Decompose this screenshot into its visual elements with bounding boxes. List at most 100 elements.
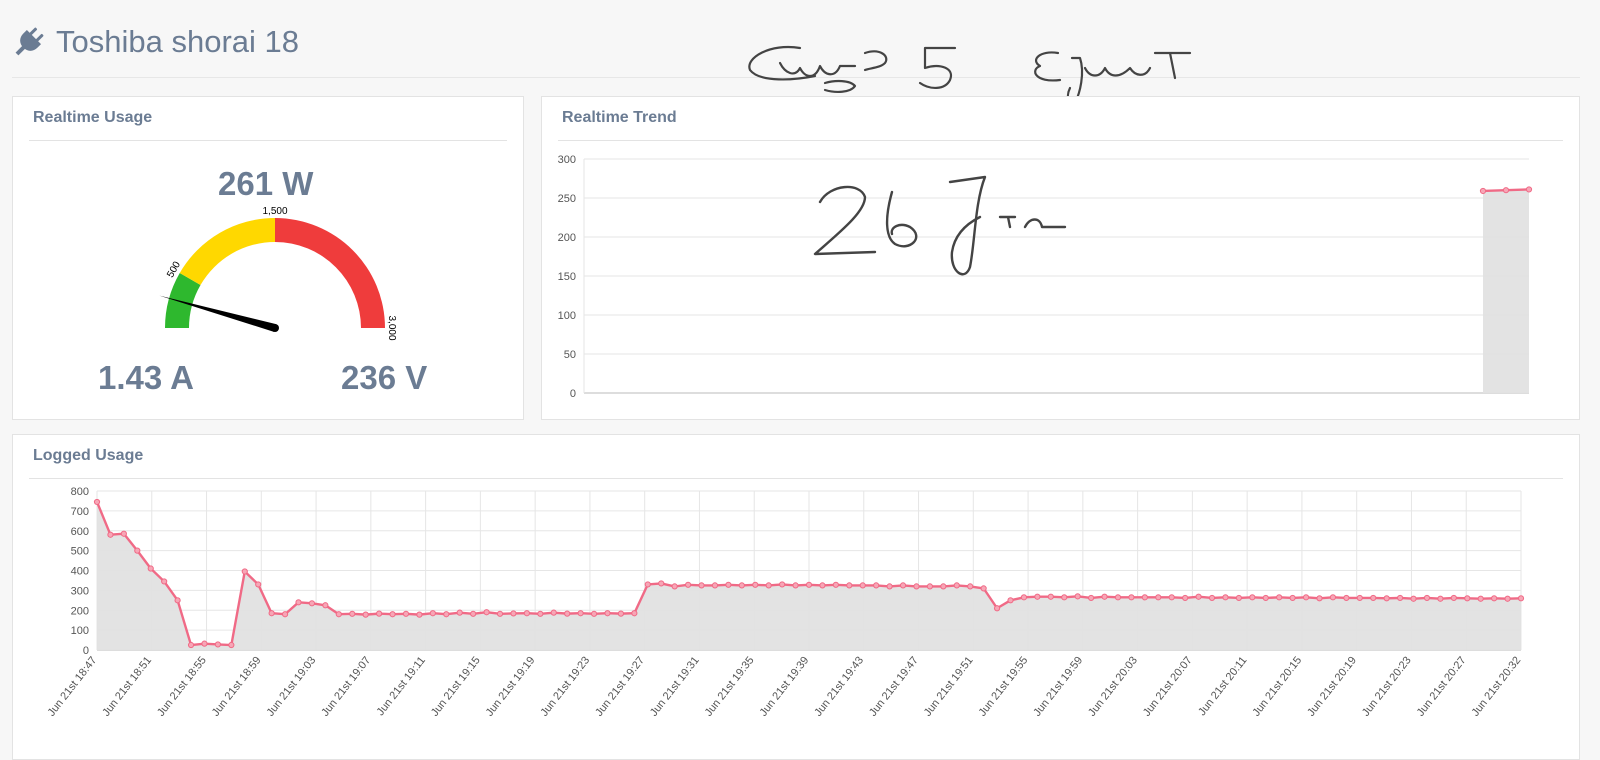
panel-divider (29, 140, 507, 141)
data-point (1370, 594, 1377, 602)
power-readout: 261 W (218, 165, 314, 202)
data-point (362, 611, 369, 618)
x-tick-label: Jun 21st 19:39 (757, 654, 811, 718)
data-point (523, 610, 530, 617)
data-point (859, 582, 866, 589)
y-tick-label: 200 (558, 232, 576, 244)
data-point (456, 609, 463, 616)
x-tick-label: Jun 21st 19:19 (484, 654, 538, 718)
data-point (1502, 187, 1510, 194)
gauge-tick-1500: 1,500 (262, 206, 287, 217)
realtime-usage-title: Realtime Usage (33, 109, 153, 126)
y-tick-label: 200 (71, 605, 89, 617)
realtime-trend-title: Realtime Trend (562, 109, 677, 126)
panel-divider (29, 478, 1563, 479)
x-tick-label: Jun 21st 20:23 (1360, 654, 1414, 718)
x-tick-label: Jun 21st 20:15 (1250, 654, 1304, 718)
gauge-needle-hub (271, 324, 279, 332)
data-point (711, 582, 719, 589)
data-point (214, 641, 222, 648)
data-point (1168, 594, 1175, 601)
data-point (684, 581, 692, 588)
x-tick-label: Jun 21st 19:59 (1031, 654, 1085, 718)
data-point (1423, 594, 1431, 602)
data-point (402, 610, 410, 617)
x-tick-label: Jun 21st 19:11 (375, 654, 428, 718)
y-tick-label: 700 (71, 506, 89, 518)
y-tick-label: 300 (558, 154, 576, 166)
y-tick-label: 250 (558, 193, 576, 205)
data-point (873, 582, 880, 589)
data-point (1383, 595, 1390, 602)
data-point (174, 597, 181, 604)
data-point (644, 581, 651, 588)
data-point (147, 565, 154, 572)
data-point (1410, 595, 1417, 602)
data-point (1517, 595, 1525, 602)
data-point (550, 609, 557, 616)
data-point (1208, 594, 1216, 602)
logged-usage-panel: Logged Usage 0 100 200 300 400 500 600 700 800 Ju… (12, 434, 1580, 760)
data-point (1356, 594, 1363, 602)
data-point (725, 581, 732, 588)
data-point (308, 600, 316, 607)
data-point (1088, 594, 1095, 602)
data-point (1525, 186, 1533, 193)
data-point (577, 610, 584, 617)
data-point (1128, 594, 1135, 601)
realtime-trend-panel: Realtime Trend 0 50 100 150 200 250 300 (541, 96, 1580, 420)
data-point (738, 582, 745, 589)
x-tick-label: Jun 21st 20:07 (1141, 654, 1195, 718)
x-tick-label: Jun 21st 19:27 (593, 654, 647, 718)
data-point (429, 610, 436, 617)
data-point (1061, 594, 1068, 601)
data-point (295, 599, 302, 606)
y-tick-label: 0 (570, 388, 576, 400)
current-readout: 1.43 A (98, 359, 195, 396)
data-point (993, 605, 1001, 612)
data-point (510, 610, 517, 617)
data-point (322, 602, 329, 609)
data-point (1101, 593, 1108, 600)
y-tick-label: 800 (71, 487, 89, 498)
x-tick-label: Jun 21st 18:47 (45, 654, 99, 718)
header-divider (12, 77, 1580, 78)
data-point (1007, 597, 1014, 604)
gauge-tick-3000: 3,000 (386, 315, 397, 340)
data-point (658, 580, 665, 587)
data-point (1195, 593, 1202, 600)
data-point (1491, 595, 1498, 602)
data-point (832, 581, 839, 588)
data-point (1249, 594, 1256, 601)
x-tick-label: Jun 21st 19:43 (812, 654, 866, 718)
data-point (1450, 594, 1457, 602)
data-point (1276, 594, 1283, 601)
y-tick-label: 100 (558, 310, 576, 322)
x-tick-label: Jun 21st 20:32 (1469, 654, 1523, 718)
data-point (792, 582, 799, 589)
x-tick-label: Jun 21st 19:07 (319, 654, 373, 718)
x-tick-label: Jun 21st 20:11 (1196, 654, 1249, 718)
y-tick-label: 300 (71, 585, 89, 597)
data-point (564, 610, 571, 617)
data-point (1155, 594, 1162, 601)
data-point (617, 610, 625, 617)
x-tick-label: Jun 21st 19:15 (429, 654, 483, 718)
data-point (1316, 595, 1323, 602)
data-point (1329, 594, 1337, 601)
data-point (1302, 594, 1310, 601)
data-point (967, 583, 974, 590)
data-point (93, 498, 101, 506)
data-point (470, 610, 477, 617)
gauge-segment-yellow (179, 218, 275, 285)
plug-icon (15, 27, 44, 56)
x-tick-label: Jun 21st 19:23 (538, 654, 592, 718)
x-tick-label: Jun 21st 19:31 (648, 654, 702, 718)
data-point (1289, 594, 1296, 602)
data-point (281, 611, 289, 618)
data-point (1182, 594, 1189, 602)
data-point (201, 640, 208, 647)
x-tick-label: Jun 21st 20:27 (1415, 654, 1469, 718)
data-point (1020, 594, 1028, 601)
data-point (389, 611, 396, 618)
